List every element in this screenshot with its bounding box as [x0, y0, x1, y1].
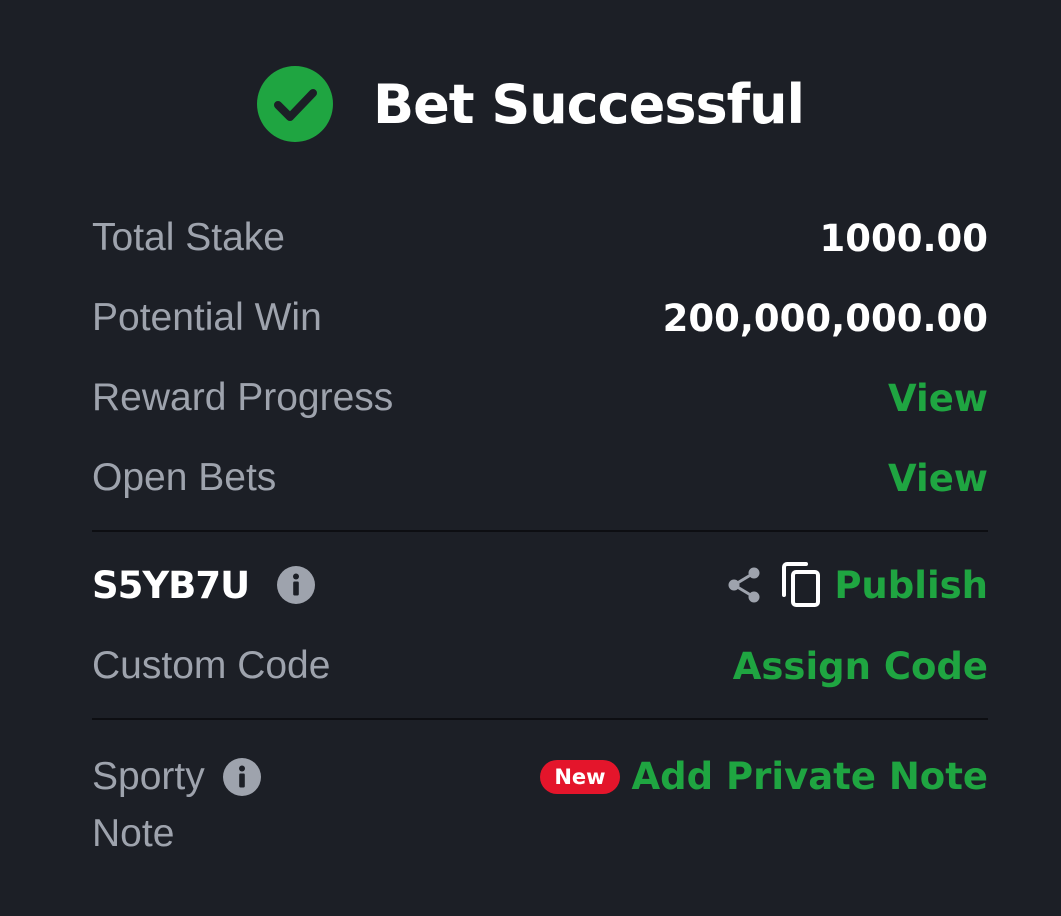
add-note-group: New Add Private Note [540, 755, 988, 798]
booking-code-row: S5YB7U Publish [92, 555, 988, 615]
custom-code-row: Custom Code Assign Code [92, 636, 988, 696]
copy-icon[interactable] [780, 561, 822, 609]
info-icon[interactable] [277, 566, 316, 604]
sporty-note-label: Sporty [92, 755, 205, 798]
sporty-note-section: Sporty New Add Private Note Note [92, 748, 988, 862]
divider [92, 718, 988, 720]
total-stake-value: 1000.00 [819, 216, 988, 260]
custom-code-label: Custom Code [92, 644, 331, 687]
sporty-note-label-continued: Note [92, 812, 175, 855]
booking-code-group: S5YB7U [92, 563, 316, 607]
sporty-note-row: Sporty New Add Private Note [92, 748, 988, 805]
potential-win-value: 200,000,000.00 [662, 296, 988, 340]
potential-win-row: Potential Win 200,000,000.00 [92, 288, 988, 348]
reward-progress-row: Reward Progress View [92, 368, 988, 428]
info-icon[interactable] [222, 757, 261, 796]
open-bets-view-link[interactable]: View [888, 457, 988, 500]
page-title: Bet Successful [372, 72, 805, 136]
assign-code-link[interactable]: Assign Code [733, 645, 988, 688]
share-icon[interactable] [724, 565, 764, 605]
check-circle-icon [256, 66, 333, 142]
open-bets-row: Open Bets View [92, 448, 988, 508]
booking-code: S5YB7U [92, 563, 250, 607]
booking-actions: Publish [724, 561, 988, 609]
success-header: Bet Successful [0, 66, 1061, 142]
new-badge: New [540, 759, 620, 794]
sporty-note-label-group: Sporty [92, 748, 261, 805]
potential-win-label: Potential Win [92, 296, 322, 339]
publish-link[interactable]: Publish [834, 564, 988, 607]
add-private-note-link[interactable]: Add Private Note [632, 755, 988, 798]
total-stake-row: Total Stake 1000.00 [92, 208, 988, 268]
reward-progress-view-link[interactable]: View [888, 377, 988, 420]
reward-progress-label: Reward Progress [92, 376, 394, 419]
open-bets-label: Open Bets [92, 456, 277, 499]
divider [92, 530, 988, 532]
total-stake-label: Total Stake [92, 216, 285, 259]
